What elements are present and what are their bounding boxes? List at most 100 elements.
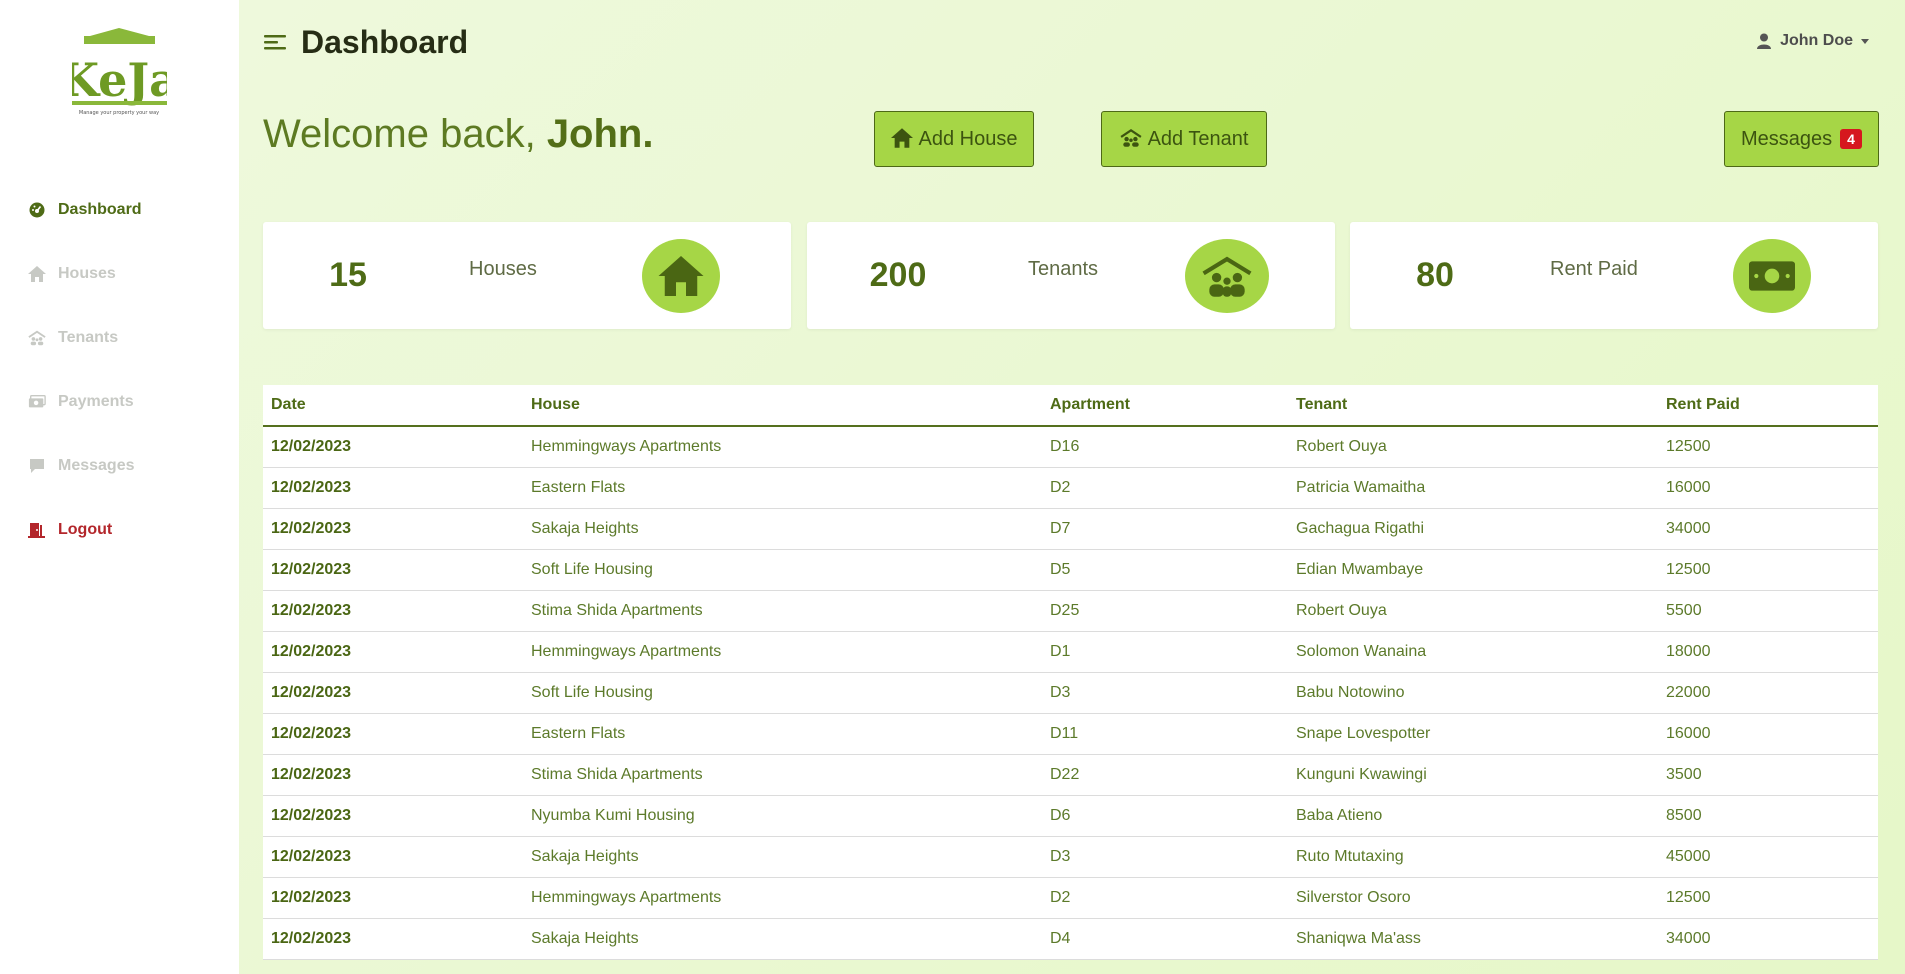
cell-rent-paid: 5500 — [1658, 590, 1878, 632]
cell-date: 12/02/2023 — [263, 713, 523, 755]
cell-date: 12/02/2023 — [263, 836, 523, 878]
table-row[interactable]: 12/02/2023 Sakaja Heights D3 Ruto Mtutaxing… — [263, 836, 1878, 878]
welcome-message: Welcome back, John. — [263, 112, 653, 157]
messages-button[interactable]: Messages 4 — [1724, 111, 1879, 167]
menu-toggle-icon[interactable] — [263, 31, 287, 55]
table-row[interactable]: 12/02/2023 Sakaja Heights D7 Gachagua Rigat… — [263, 508, 1878, 550]
stat-label: Tenants — [1028, 258, 1099, 280]
sidebar-item-tenants[interactable]: Tenants — [28, 306, 142, 370]
table-row[interactable]: 12/02/2023 Soft Life Housing D5 Edian Mwamb… — [263, 549, 1878, 591]
page-title: Dashboard — [301, 24, 469, 60]
stat-value: 200 — [869, 256, 927, 294]
stat-value: 80 — [1416, 256, 1454, 294]
cell-rent-paid: 22000 — [1658, 672, 1878, 714]
column-header-house[interactable]: House — [523, 385, 1042, 427]
main-content: Dashboard John Doe Welcome back, John. A… — [239, 0, 1905, 974]
cell-tenant: Snape Lovespotter — [1288, 713, 1658, 755]
stat-card-houses: 15 Houses — [263, 222, 791, 329]
chat-icon — [28, 457, 46, 475]
cell-date: 12/02/2023 — [263, 549, 523, 591]
tenants-icon — [1185, 239, 1269, 313]
table-row[interactable]: 12/02/2023 Eastern Flats D11 Snape Lovespot… — [263, 713, 1878, 755]
cell-rent-paid: 12500 — [1658, 877, 1878, 919]
add-tenant-button[interactable]: Add Tenant — [1101, 111, 1267, 167]
house-icon — [28, 265, 46, 283]
user-name: John Doe — [1780, 32, 1853, 49]
cell-date: 12/02/2023 — [263, 795, 523, 837]
money-icon — [1733, 239, 1811, 313]
cell-house: Stima Shida Apartments — [523, 754, 1042, 796]
cell-rent-paid: 12500 — [1658, 426, 1878, 468]
table-header-row: Date House Apartment Tenant Rent Paid — [263, 385, 1878, 427]
stat-card-tenants: 200 Tenants — [807, 222, 1335, 329]
table-row[interactable]: 12/02/2023 Hemmingways Apartments D1 Solomo… — [263, 631, 1878, 673]
cell-tenant: Babu Notowino — [1288, 672, 1658, 714]
cell-rent-paid: 16000 — [1658, 713, 1878, 755]
sidebar-item-label: Payments — [58, 393, 134, 410]
cell-apartment: D2 — [1042, 467, 1288, 509]
sidebar: KeJa Manage your property your way Dashb… — [0, 0, 239, 974]
column-header-date[interactable]: Date — [263, 385, 523, 427]
table-row[interactable]: 12/02/2023 Soft Life Housing D3 Babu Notowi… — [263, 672, 1878, 714]
house-icon — [890, 128, 913, 150]
stat-card-rent-paid: 80 Rent Paid — [1350, 222, 1878, 329]
table-body: 12/02/2023 Hemmingways Apartments D16 Rober… — [263, 426, 1878, 960]
stat-value: 15 — [329, 256, 367, 294]
cell-rent-paid: 12500 — [1658, 549, 1878, 591]
table-row[interactable]: 12/02/2023 Hemmingways Apartments D2 Silver… — [263, 877, 1878, 919]
cell-date: 12/02/2023 — [263, 590, 523, 632]
add-house-button[interactable]: Add House — [874, 111, 1034, 167]
cell-house: Sakaja Heights — [523, 918, 1042, 960]
table-row[interactable]: 12/02/2023 Eastern Flats D2 Patricia Wamait… — [263, 467, 1878, 509]
stat-label: Rent Paid — [1550, 258, 1638, 280]
sidebar-item-payments[interactable]: Payments — [28, 370, 142, 434]
cell-rent-paid: 3500 — [1658, 754, 1878, 796]
cell-tenant: Kunguni Kwawingi — [1288, 754, 1658, 796]
column-header-apartment[interactable]: Apartment — [1042, 385, 1288, 427]
cell-house: Stima Shida Apartments — [523, 590, 1042, 632]
cell-date: 12/02/2023 — [263, 631, 523, 673]
sidebar-item-messages[interactable]: Messages — [28, 434, 142, 498]
cell-tenant: Shaniqwa Ma'ass — [1288, 918, 1658, 960]
cell-apartment: D1 — [1042, 631, 1288, 673]
cell-tenant: Edian Mwambaye — [1288, 549, 1658, 591]
cell-apartment: D2 — [1042, 877, 1288, 919]
sidebar-item-label: Houses — [58, 265, 116, 282]
cell-apartment: D22 — [1042, 754, 1288, 796]
tenants-icon — [1120, 128, 1142, 150]
cell-date: 12/02/2023 — [263, 467, 523, 509]
column-header-rent-paid[interactable]: Rent Paid — [1658, 385, 1878, 427]
cell-house: Hemmingways Apartments — [523, 426, 1042, 468]
cell-apartment: D3 — [1042, 672, 1288, 714]
svg-text:Manage your property your way: Manage your property your way — [79, 110, 159, 116]
topbar: Dashboard — [263, 24, 468, 61]
sidebar-item-label: Messages — [58, 457, 135, 474]
cell-apartment: D16 — [1042, 426, 1288, 468]
cell-house: Soft Life Housing — [523, 549, 1042, 591]
cell-apartment: D5 — [1042, 549, 1288, 591]
dashboard-icon — [28, 201, 46, 219]
table-row[interactable]: 12/02/2023 Sakaja Heights D4 Shaniqwa Ma'as… — [263, 918, 1878, 960]
cell-house: Hemmingways Apartments — [523, 877, 1042, 919]
sidebar-item-logout[interactable]: Logout — [28, 498, 142, 562]
house-icon — [642, 239, 720, 313]
table-row[interactable]: 12/02/2023 Hemmingways Apartments D16 Rober… — [263, 426, 1878, 468]
cell-house: Nyumba Kumi Housing — [523, 795, 1042, 837]
cell-apartment: D11 — [1042, 713, 1288, 755]
user-menu[interactable]: John Doe — [1757, 32, 1869, 50]
cell-house: Eastern Flats — [523, 467, 1042, 509]
table-row[interactable]: 12/02/2023 Stima Shida Apartments D25 Rober… — [263, 590, 1878, 632]
cell-date: 12/02/2023 — [263, 508, 523, 550]
cell-date: 12/02/2023 — [263, 426, 523, 468]
sidebar-item-label: Dashboard — [58, 201, 142, 218]
table-row[interactable]: 12/02/2023 Nyumba Kumi Housing D6 Baba Atie… — [263, 795, 1878, 837]
cell-tenant: Solomon Wanaina — [1288, 631, 1658, 673]
cell-apartment: D3 — [1042, 836, 1288, 878]
cell-rent-paid: 16000 — [1658, 467, 1878, 509]
column-header-tenant[interactable]: Tenant — [1288, 385, 1658, 427]
add-tenant-label: Add Tenant — [1147, 127, 1249, 150]
sidebar-item-houses[interactable]: Houses — [28, 242, 142, 306]
table-row[interactable]: 12/02/2023 Stima Shida Apartments D22 Kungu… — [263, 754, 1878, 796]
keja-logo[interactable]: KeJa Manage your property your way — [72, 28, 167, 120]
sidebar-item-dashboard[interactable]: Dashboard — [28, 178, 142, 242]
